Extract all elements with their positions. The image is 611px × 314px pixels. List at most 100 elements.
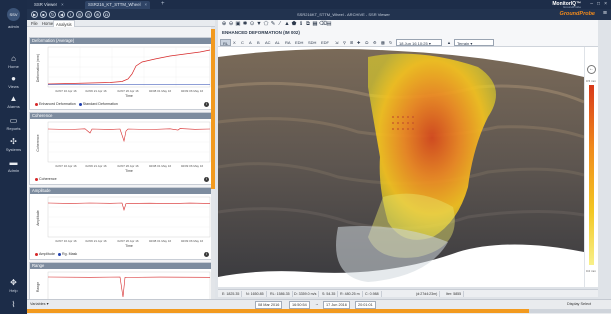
table-icon[interactable]: ▤ xyxy=(326,21,332,28)
legend-swatch xyxy=(78,102,82,106)
info-icon[interactable]: i xyxy=(204,102,209,107)
colorbar-home-icon[interactable]: ← xyxy=(587,65,596,74)
chart-legend: Amplitude Rg. Mask xyxy=(33,252,77,256)
end-date-field[interactable]: 17 Jun 2016 xyxy=(323,301,350,309)
play-icon[interactable]: ▶ xyxy=(31,11,38,18)
amplitude-chart[interactable]: Amplitude 02/07 16 Apr 16 02/06 21 Apr 1… xyxy=(30,194,214,252)
pit-terrain-render[interactable] xyxy=(218,47,584,287)
avatar[interactable]: SSV xyxy=(7,8,20,21)
crop-icon[interactable]: ⊞ xyxy=(349,39,354,46)
north-icon[interactable]: ▲ xyxy=(446,39,452,46)
viewer-toolbar: ⊕ ⊖ ▣ ✱ ⊙ ▼ ⬠ ✎ ⁄ ▲ ⬟ ℹ ⧉ ▦ ⌫ ▤ ENHANCED… xyxy=(218,20,598,47)
mode-ra[interactable]: RA xyxy=(284,39,292,46)
line-icon[interactable]: ⁄ xyxy=(277,21,283,28)
minimize-icon[interactable]: – xyxy=(590,1,593,7)
mode-ac[interactable]: AC xyxy=(264,39,272,46)
nav-item-admin[interactable]: ▬ Admin xyxy=(0,158,27,173)
mode-b[interactable]: B xyxy=(256,39,261,46)
mode-sdh[interactable]: SDH xyxy=(307,39,317,46)
charts-scrollbar[interactable] xyxy=(211,27,215,299)
info-icon[interactable]: ℹ xyxy=(298,21,304,28)
legend-swatch xyxy=(35,177,38,181)
mode-rl[interactable]: RL xyxy=(220,39,232,46)
start-date-field[interactable]: 08 Mar 2016 xyxy=(255,301,283,309)
grid-icon[interactable]: ▦ xyxy=(312,21,318,28)
save-icon[interactable]: ▣ xyxy=(235,21,241,28)
gallery-icon[interactable]: ▩ xyxy=(380,39,386,46)
terrain-select[interactable]: Terrain ▾ xyxy=(454,39,494,46)
charts-column: Deformation (Average) Deformation (mm) 0… xyxy=(27,27,215,299)
zoom-in-icon[interactable]: ⊕ xyxy=(221,21,227,28)
scrollbar-thumb[interactable] xyxy=(211,29,215,189)
mode-al[interactable]: AL xyxy=(274,39,281,46)
zoom-icon[interactable]: ⊕ xyxy=(94,11,101,18)
close-icon[interactable]: × xyxy=(145,2,148,7)
nav-item-help[interactable]: ✥ Help xyxy=(0,278,27,293)
delete-icon[interactable]: ⌫ xyxy=(319,21,327,28)
menu-bar: File Home Analysis xyxy=(27,20,215,27)
nav-item-systems[interactable]: ✣ Systems xyxy=(0,137,27,152)
menu-file[interactable]: File xyxy=(29,20,40,27)
close-icon[interactable]: × xyxy=(61,2,64,7)
legend-swatch xyxy=(35,252,38,256)
mode-a[interactable]: A xyxy=(248,39,253,46)
refresh-icon[interactable]: ↻ xyxy=(49,11,56,18)
mode-edh[interactable]: EDH xyxy=(294,39,304,46)
pentagon-icon[interactable]: ⬟ xyxy=(291,21,297,28)
shape-icon[interactable]: ⬭ xyxy=(364,39,369,46)
export-icon[interactable]: ⇲ xyxy=(334,39,339,46)
add-icon[interactable]: ✚ xyxy=(356,39,361,46)
range-chart[interactable]: Range xyxy=(30,269,214,299)
nav-item-views[interactable]: ● Views xyxy=(0,74,27,89)
end-time-field[interactable]: 20:01:01 xyxy=(355,301,376,309)
menu-icon[interactable]: ≡ xyxy=(603,10,607,17)
x-tick-label: 02/07 16 Apr 16 xyxy=(55,239,77,243)
nav-item-reports[interactable]: ▭ Reports xyxy=(0,116,27,131)
new-tab-button[interactable]: + xyxy=(161,1,165,8)
triangle-icon[interactable]: ▲ xyxy=(284,21,290,28)
clock-icon[interactable]: ◷ xyxy=(85,11,92,18)
mode-c[interactable]: C xyxy=(240,39,245,46)
title-bar: SSR Viewer × SSR216_KT_STTM_Wheel × + Moni… xyxy=(27,0,611,9)
mode-edf[interactable]: EDF xyxy=(320,39,330,46)
target-icon[interactable]: ◎ xyxy=(76,11,83,18)
nav-item-alarms[interactable]: ▲ Alarms xyxy=(0,94,27,109)
pencil-icon[interactable]: ✎ xyxy=(270,21,276,28)
polygon-icon[interactable]: ⬠ xyxy=(263,21,269,28)
info-icon[interactable]: i xyxy=(204,252,209,257)
refresh-icon[interactable]: ↻ xyxy=(388,39,393,46)
timeline-slider[interactable] xyxy=(27,309,611,313)
start-time-field[interactable]: 16:50:54 xyxy=(289,301,310,309)
coherence-chart[interactable]: Coherence 02/07 16 Apr 16 02/06 21 Apr 1… xyxy=(30,119,214,177)
status-rl: RL: 1586.35 xyxy=(268,291,293,297)
status-northing: N: 1650.85 xyxy=(244,291,267,297)
variables-select[interactable]: Variables ▾ xyxy=(30,301,49,307)
mode-x[interactable]: X xyxy=(232,39,237,46)
3d-deformation-view[interactable] xyxy=(218,47,584,287)
wand-icon[interactable]: ⚲ xyxy=(342,39,347,46)
zoom-out-icon[interactable]: ⊖ xyxy=(228,21,234,28)
nav-item-chart[interactable]: ⌇ xyxy=(0,300,27,310)
display-select[interactable]: Display Select xyxy=(567,301,591,307)
camera-icon[interactable]: ◘ xyxy=(103,11,110,18)
tab-ssr-viewer[interactable]: SSR Viewer × xyxy=(31,1,67,9)
info-icon[interactable]: i xyxy=(204,177,209,182)
stop-icon[interactable]: ■ xyxy=(40,11,47,18)
window-close-icon[interactable]: × xyxy=(604,1,607,7)
star-icon[interactable]: ✱ xyxy=(242,21,248,28)
warning-icon[interactable]: ! xyxy=(67,11,74,18)
back-icon[interactable]: ◀ xyxy=(58,11,65,18)
filter-icon[interactable]: ▼ xyxy=(256,21,262,28)
copy-icon[interactable]: ⧉ xyxy=(305,21,311,28)
target-icon[interactable]: ⊙ xyxy=(249,21,255,28)
colorbar-min-label: 0.0 mm xyxy=(586,269,597,273)
date-select[interactable]: 18 Jun 16 10:25 ▾ xyxy=(396,39,442,46)
deformation-chart[interactable]: Deformation (mm) 02/07 16 Apr 16 02/06 2… xyxy=(30,44,214,102)
settings-icon[interactable]: ⚙ xyxy=(372,39,378,46)
chart-legend: Coherence xyxy=(33,177,57,181)
x-tick-label: 02/09 06 May 16 xyxy=(181,239,204,243)
nav-item-home[interactable]: ⌂ Home xyxy=(0,54,27,69)
tab-ssr-wheel[interactable]: SSR216_KT_STTM_Wheel × xyxy=(85,1,151,9)
menu-analysis[interactable]: Analysis xyxy=(53,20,75,27)
maximize-icon[interactable]: □ xyxy=(597,1,600,7)
